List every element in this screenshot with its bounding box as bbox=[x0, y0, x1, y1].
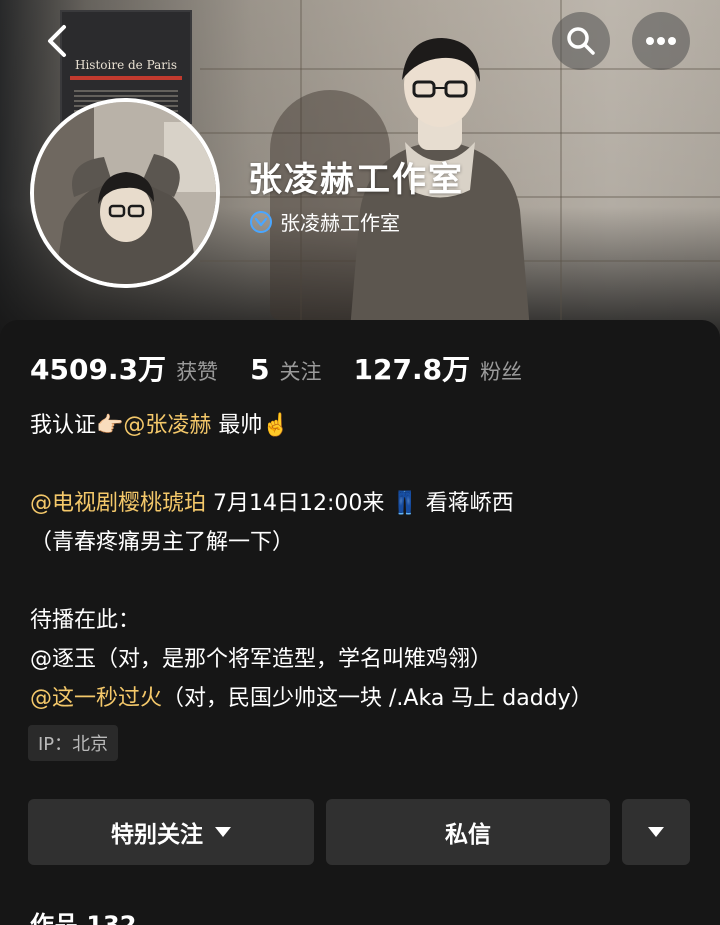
stats-row: 4509.3万 获赞 5 关注 127.8万 粉丝 bbox=[30, 348, 554, 388]
ip-location-tag: IP：北京 bbox=[28, 725, 119, 761]
back-button[interactable] bbox=[28, 12, 86, 70]
likes-count: 4509.3万 bbox=[30, 353, 167, 386]
avatar[interactable] bbox=[30, 98, 220, 288]
profile-info-panel: 4509.3万 获赞 5 关注 127.8万 粉丝 我认证👉🏻@张凌赫 最帅☝️… bbox=[0, 320, 720, 925]
profile-page: Histoire de Paris 张凌赫工作室 张凌赫工作室 4509.3万 … bbox=[0, 0, 720, 925]
bio-line-6: @这一秒过火（对，民国少帅这一块 /.Aka 马上 daddy） bbox=[30, 686, 593, 711]
followers-count: 127.8万 bbox=[353, 353, 471, 386]
mention-link[interactable]: @张凌赫 bbox=[123, 413, 211, 438]
message-button[interactable]: 私信 bbox=[326, 799, 610, 865]
avatar-image bbox=[34, 102, 216, 284]
verified-badge-icon bbox=[250, 210, 272, 233]
following-label: 关注 bbox=[279, 360, 322, 384]
bio-line-4: 待播在此： bbox=[30, 608, 141, 633]
bio-line-1: 我认证👉🏻@张凌赫 最帅☝️ bbox=[30, 413, 290, 438]
profile-banner: Histoire de Paris 张凌赫工作室 张凌赫工作室 bbox=[0, 0, 720, 345]
special-follow-label: 特别关注 bbox=[111, 822, 203, 848]
back-arrow-icon bbox=[48, 25, 66, 57]
mention-link[interactable]: @电视剧樱桃琥珀 bbox=[30, 491, 206, 516]
stat-following[interactable]: 5 关注 bbox=[250, 353, 321, 386]
following-count: 5 bbox=[250, 353, 270, 386]
special-follow-button[interactable]: 特别关注 bbox=[28, 799, 314, 865]
more-options-button[interactable] bbox=[632, 12, 690, 70]
verified-label: 张凌赫工作室 bbox=[280, 211, 400, 235]
likes-label: 获赞 bbox=[176, 360, 219, 384]
profile-bio: 我认证👉🏻@张凌赫 最帅☝️ @电视剧樱桃琥珀 7月14日12:00来 👖 看蒋… bbox=[30, 406, 700, 718]
search-icon bbox=[567, 27, 595, 55]
more-dots-icon bbox=[646, 37, 676, 45]
caret-down-icon bbox=[215, 827, 231, 837]
more-actions-dropdown-button[interactable] bbox=[622, 799, 690, 865]
poster-title: Histoire de Paris bbox=[74, 58, 178, 72]
stat-likes: 4509.3万 获赞 bbox=[30, 348, 218, 388]
message-label: 私信 bbox=[445, 822, 491, 848]
followers-label: 粉丝 bbox=[480, 360, 523, 384]
bio-line-2: @电视剧樱桃琥珀 7月14日12:00来 👖 看蒋峤西 bbox=[30, 491, 514, 516]
mention-link[interactable]: @这一秒过火 bbox=[30, 686, 162, 711]
search-button[interactable] bbox=[552, 12, 610, 70]
profile-name: 张凌赫工作室 bbox=[248, 160, 464, 200]
bio-line-3: （青春疼痛男主了解一下） bbox=[30, 530, 295, 555]
caret-down-icon bbox=[648, 827, 664, 837]
bio-line-5: @逐玉（对，是那个将军造型，学名叫雉鸡翎） bbox=[30, 647, 493, 672]
verification-row: 张凌赫工作室 bbox=[250, 207, 400, 236]
works-tab[interactable]: 作品 132 bbox=[30, 905, 136, 925]
stat-followers[interactable]: 127.8万 粉丝 bbox=[354, 348, 523, 388]
